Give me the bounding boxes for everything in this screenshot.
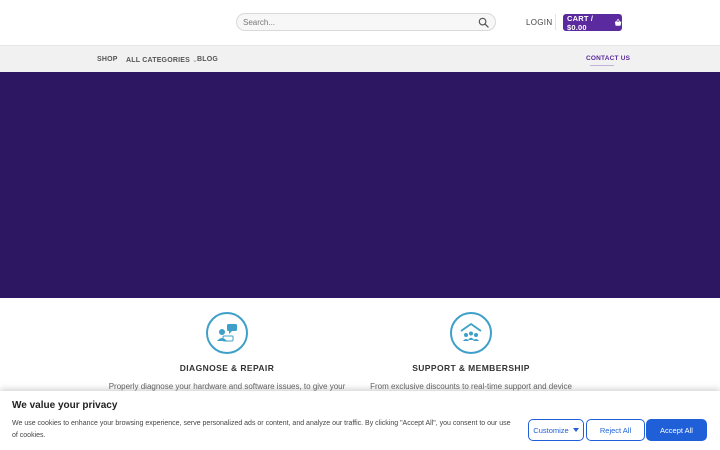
feature-title: SUPPORT & MEMBERSHIP [412,363,530,373]
nav-item-blog[interactable]: BLOG [197,56,218,63]
nav-item-label: ALL CATEGORIES [126,56,190,64]
contact-us-link[interactable]: CONTACT US [586,55,630,62]
customize-button[interactable]: Customize [528,419,584,441]
login-link[interactable]: LOGIN [526,18,552,27]
cookie-text: We use cookies to enhance your browsing … [12,420,511,439]
page: LOGIN CART / $0.00 SHOP ALL CATEGORIES ⌄… [0,0,720,450]
top-header: LOGIN CART / $0.00 [0,0,720,45]
feature-diagnose-repair: DIAGNOSE & REPAIR Properly diagnose your… [97,312,357,392]
caret-down-icon [572,428,579,432]
feature-support-membership: SUPPORT & MEMBERSHIP From exclusive disc… [341,312,601,392]
accept-all-button[interactable]: Accept All [646,419,707,441]
feature-icon-circle [450,312,492,354]
chat-support-icon [217,324,237,342]
cart-label: CART / $0.00 [567,13,594,32]
header-divider [555,14,556,30]
cart-button[interactable]: CART / $0.00 [563,13,622,32]
basket-icon [614,18,622,26]
feature-title: DIAGNOSE & REPAIR [179,363,275,373]
reject-label: Reject All [599,425,632,435]
nav-item-all-categories[interactable]: ALL CATEGORIES ⌄ [126,56,198,65]
reject-all-button[interactable]: Reject All [586,419,645,441]
search-input[interactable] [243,15,473,29]
cookie-heading: We value your privacy [12,400,118,411]
contact-underline [590,65,614,66]
nav-item-label: SHOP [97,56,118,63]
main-nav: SHOP ALL CATEGORIES ⌄ BLOG CONTACT US [0,45,720,72]
customize-label: Customize [533,425,569,435]
feature-icon-circle [206,312,248,354]
nav-item-shop[interactable]: SHOP [97,56,118,63]
search-icon[interactable] [478,17,489,28]
search-box[interactable] [236,13,496,31]
hero-banner [0,72,720,298]
accept-label: Accept All [660,425,693,435]
cookie-consent-banner: We value your privacy We use cookies to … [0,391,720,450]
house-members-icon [460,323,482,341]
nav-item-label: BLOG [197,56,219,63]
